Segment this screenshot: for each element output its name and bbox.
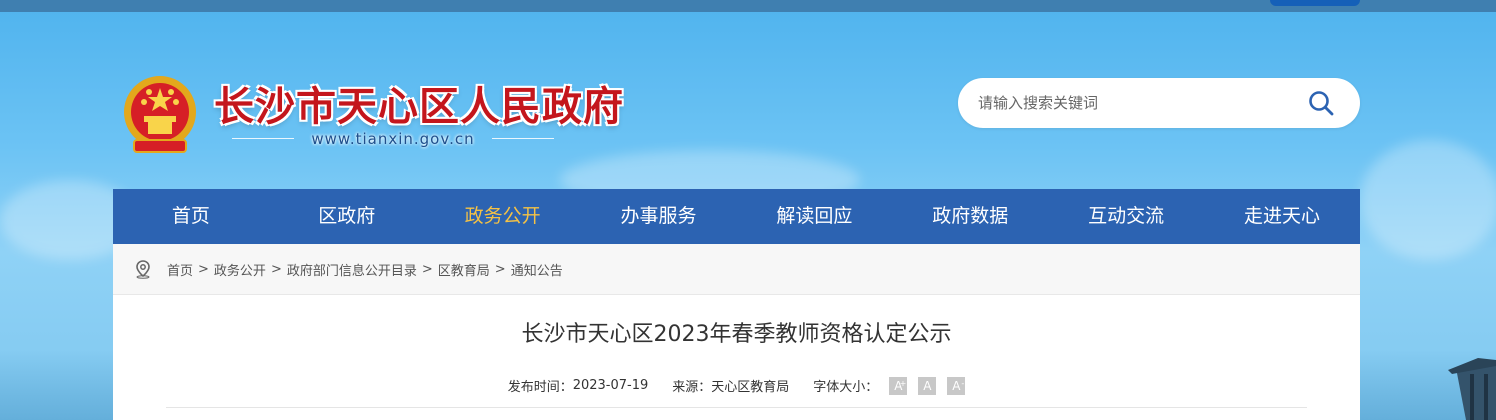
font-default-button[interactable]: A xyxy=(918,376,937,395)
source-value: 天心区教育局 xyxy=(711,380,790,395)
breadcrumb-home[interactable]: 首页 xyxy=(167,260,193,279)
breadcrumb: 首页 > 政务公开 > 政府部门信息公开目录 > 区教育局 > 通知公告 xyxy=(113,244,1360,295)
site-url: www.tianxin.gov.cn xyxy=(311,130,475,148)
breadcrumb-education-bureau[interactable]: 区教育局 xyxy=(438,260,490,279)
nav-item-home[interactable]: 首页 xyxy=(113,189,269,244)
search-input[interactable] xyxy=(978,78,1298,128)
font-increase-button[interactable]: A + xyxy=(889,376,908,395)
search-box xyxy=(958,78,1360,128)
nav-item-services[interactable]: 办事服务 xyxy=(581,189,737,244)
nav-item-government-data[interactable]: 政府数据 xyxy=(892,189,1048,244)
national-emblem-icon xyxy=(124,76,196,153)
breadcrumb-separator: > xyxy=(198,261,209,277)
main-nav: 首页 区政府 政务公开 办事服务 解读回应 政府数据 互动交流 走进天心 xyxy=(113,189,1360,244)
nav-item-about-tianxin[interactable]: 走进天心 xyxy=(1204,189,1360,244)
url-divider-right xyxy=(492,138,554,139)
nav-item-government-affairs[interactable]: 政务公开 xyxy=(425,189,581,244)
nav-item-district-government[interactable]: 区政府 xyxy=(269,189,425,244)
nav-item-interaction[interactable]: 互动交流 xyxy=(1048,189,1204,244)
url-divider-left xyxy=(232,138,294,139)
article-meta: 发布时间： 2023-07-19 来源： 天心区教育局 字体大小： A + A A… xyxy=(113,376,1360,395)
site-title[interactable]: 长沙市天心区人民政府 xyxy=(214,74,624,132)
breadcrumb-separator: > xyxy=(421,261,433,277)
article-title: 长沙市天心区2023年春季教师资格认定公示 xyxy=(521,322,952,347)
font-decrease-button[interactable]: A- xyxy=(947,376,966,395)
background-cloud xyxy=(1360,140,1496,260)
pavilion-icon xyxy=(1448,358,1496,420)
publish-label: 发布时间： xyxy=(507,380,573,395)
breadcrumb-department-directory[interactable]: 政府部门信息公开目录 xyxy=(287,260,417,279)
location-pin-icon xyxy=(136,260,150,279)
breadcrumb-separator: > xyxy=(270,261,282,277)
nav-item-interpretation[interactable]: 解读回应 xyxy=(737,189,893,244)
breadcrumb-separator: > xyxy=(494,261,506,277)
breadcrumb-notices[interactable]: 通知公告 xyxy=(511,260,563,279)
top-bar xyxy=(0,0,1496,12)
search-icon[interactable] xyxy=(1308,90,1334,116)
font-size-label: 字体大小： xyxy=(813,380,879,395)
content-panel: 首页 > 政务公开 > 政府部门信息公开目录 > 区教育局 > 通知公告 长沙市… xyxy=(113,244,1360,420)
breadcrumb-government-affairs[interactable]: 政务公开 xyxy=(214,260,266,279)
source-label: 来源： xyxy=(672,380,712,395)
meta-divider xyxy=(166,407,1307,408)
top-bar-button[interactable] xyxy=(1270,0,1360,6)
publish-date: 2023-07-19 xyxy=(572,378,649,393)
